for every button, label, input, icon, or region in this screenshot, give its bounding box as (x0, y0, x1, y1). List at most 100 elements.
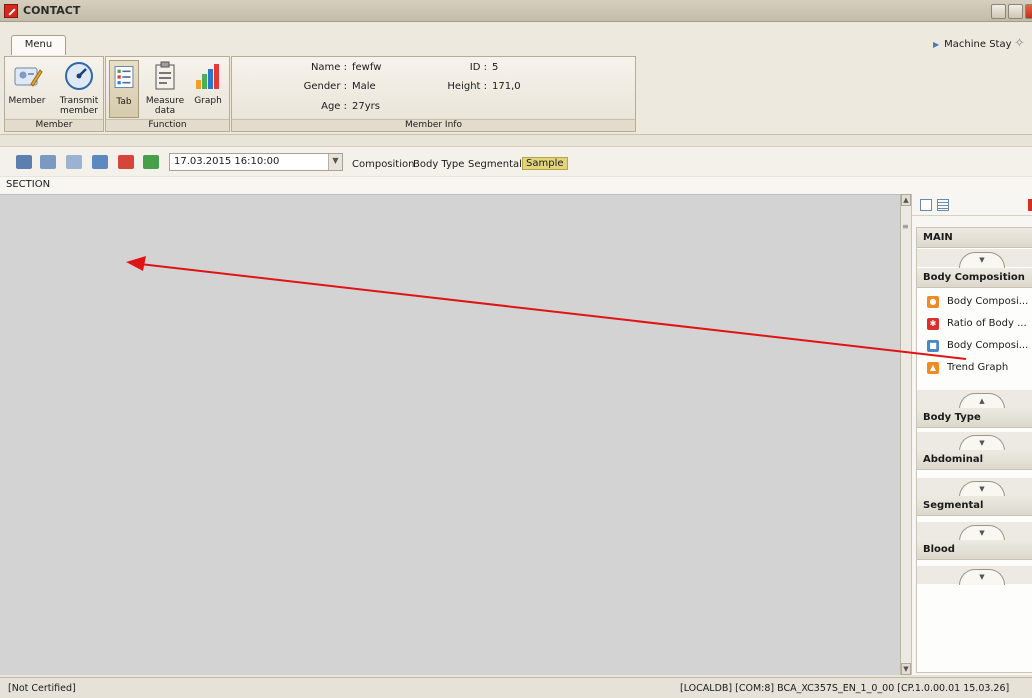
member-group: Member Transmit member Member (4, 56, 104, 132)
segmental-expander[interactable]: ▼ (917, 522, 1032, 541)
font-icon[interactable] (66, 155, 82, 169)
status-bar: [Not Certified] [LOCALDB] [COM:8] BCA_XC… (0, 677, 1032, 698)
sidebar-panel: MAIN ▼ Body Composition ● Body Composi..… (916, 227, 1032, 673)
scroll-grip-icon[interactable]: ≡ (902, 222, 909, 231)
tools-icon[interactable]: ✧ (1014, 36, 1025, 51)
transmit-label-2: member (59, 106, 99, 116)
sidebar-item-ratio[interactable]: ✱ Ratio of Body ... (917, 314, 1032, 336)
body-type-link[interactable]: Body Type (413, 159, 464, 170)
sidebar-section-abdominal[interactable]: Abdominal (917, 450, 1032, 470)
toolbar: 17.03.2015 16:10:00 ▼ Composition Body T… (0, 146, 1032, 176)
certification-status: [Not Certified] (8, 683, 76, 694)
ribbon-tab-strip (0, 22, 1032, 55)
sidebar-section-blood[interactable]: Blood (917, 540, 1032, 560)
name-label: Name : (310, 62, 347, 73)
sidebar-section-body-type[interactable]: Body Type (917, 408, 1032, 428)
main-header: MAIN (917, 228, 1032, 248)
chevron-down-icon[interactable]: ▼ (328, 154, 342, 170)
collapse-arrow-icon: ▼ (959, 252, 1005, 268)
id-label: ID : (469, 62, 487, 73)
date-value: 17.03.2015 16:10:00 (174, 156, 280, 167)
collapse-arrow-icon: ▼ (959, 525, 1005, 541)
member-icon (14, 67, 43, 87)
member-info-group-label: Member Info (232, 119, 635, 131)
pdf-icon[interactable] (1028, 199, 1032, 211)
segmental-link[interactable]: Segmental (468, 159, 522, 170)
window-title: CONTACT (23, 4, 81, 17)
list-view-icon[interactable] (937, 199, 949, 211)
close-button[interactable] (1025, 4, 1032, 19)
member-group-label: Member (5, 119, 103, 131)
print-icon[interactable] (16, 155, 32, 169)
measure-label-2: data (154, 106, 176, 116)
maximize-button[interactable] (1008, 4, 1023, 19)
title-bar: CONTACT (0, 0, 1032, 22)
member-info-group: Name : fewfw Gender : Male Age : 27yrs I… (231, 56, 636, 132)
height-value: 171,0 (492, 81, 521, 92)
abdominal-expander[interactable]: ▼ (917, 478, 1032, 497)
expand-arrow-icon: ▲ (959, 393, 1005, 409)
age-label: Age : (321, 101, 347, 112)
composition-link[interactable]: Composition (352, 159, 414, 170)
body-type-expander[interactable]: ▼ (917, 432, 1032, 451)
graph-button[interactable]: Graph (190, 60, 226, 106)
function-group: Tab Measure data Graph Function (105, 56, 230, 132)
report-canvas[interactable] (0, 194, 900, 675)
app-logo-icon (4, 4, 18, 18)
save-icon[interactable] (92, 155, 108, 169)
transmit-label-1: Transmit (59, 96, 99, 106)
clipboard-icon (155, 61, 175, 90)
tab-view-button[interactable]: Tab (109, 60, 139, 118)
height-label: Height : (447, 81, 487, 92)
vertical-scrollbar[interactable]: ▲ ≡ ▼ (900, 194, 911, 675)
gender-label: Gender : (303, 81, 347, 92)
tab-view-label: Tab (116, 97, 132, 107)
section-header: SECTION (0, 177, 1032, 194)
name-value: fewfw (352, 62, 382, 73)
tab-menu[interactable]: Menu (11, 35, 66, 55)
ribbon: Member Transmit member Member Tab Measur… (0, 55, 1032, 135)
sidebar-item-label: Body Composi... (947, 340, 1029, 351)
function-group-label: Function (106, 119, 229, 131)
sidebar-item-label: Body Composi... (947, 296, 1029, 307)
delete-icon[interactable] (118, 155, 134, 169)
sidebar-section-body-composition[interactable]: Body Composition (917, 268, 1032, 288)
id-value: 5 (492, 62, 499, 73)
sidebar-item-body-composition[interactable]: ● Body Composi... (917, 292, 1032, 314)
scroll-down-icon[interactable]: ▼ (901, 663, 911, 675)
bar-chart-icon (196, 64, 219, 89)
member-button[interactable]: Member (7, 60, 47, 106)
collapse-arrow-icon: ▼ (959, 435, 1005, 451)
date-select[interactable]: 17.03.2015 16:10:00 ▼ (169, 153, 343, 171)
machine-stay-link[interactable]: Machine Stay (933, 39, 1011, 50)
collapse-arrow-icon: ▼ (959, 569, 1005, 585)
ratio-icon: ✱ (927, 318, 939, 330)
sidebar-item-label: Ratio of Body ... (947, 318, 1027, 329)
list-icon (114, 66, 134, 88)
graph-label: Graph (194, 96, 222, 106)
transmit-member-button[interactable]: Transmit member (57, 60, 101, 116)
member-button-label: Member (8, 96, 46, 106)
scroll-up-icon[interactable]: ▲ (901, 194, 911, 206)
report-sidebar: MAIN ▼ Body Composition ● Body Composi..… (911, 194, 1032, 675)
blood-expander[interactable]: ▼ (917, 566, 1032, 585)
sidebar-section-segmental[interactable]: Segmental (917, 496, 1032, 516)
refresh-icon[interactable] (143, 155, 159, 169)
sidebar-item-body-composition-chart[interactable]: ■ Body Composi... (917, 336, 1032, 358)
body-composition-expander[interactable]: ▲ (917, 390, 1032, 409)
minimize-button[interactable] (991, 4, 1006, 19)
measure-label-1: Measure (145, 96, 185, 106)
chart-icon: ■ (927, 340, 939, 352)
main-expander[interactable]: ▼ (917, 249, 1032, 268)
sample-link[interactable]: Sample (522, 157, 568, 170)
age-value: 27yrs (352, 101, 380, 112)
sidebar-item-label: Trend Graph (947, 362, 1009, 373)
trend-icon: ▲ (927, 362, 939, 374)
sidebar-item-trend-graph[interactable]: ▲ Trend Graph (917, 358, 1032, 380)
export-icon[interactable] (40, 155, 56, 169)
sidebar-toolbar (912, 194, 1032, 216)
gender-value: Male (352, 81, 376, 92)
measure-data-button[interactable]: Measure data (144, 60, 186, 116)
single-view-icon[interactable] (920, 199, 932, 211)
connection-status: [LOCALDB] [COM:8] BCA_XC357S_EN_1_0_00 [… (680, 683, 1010, 694)
